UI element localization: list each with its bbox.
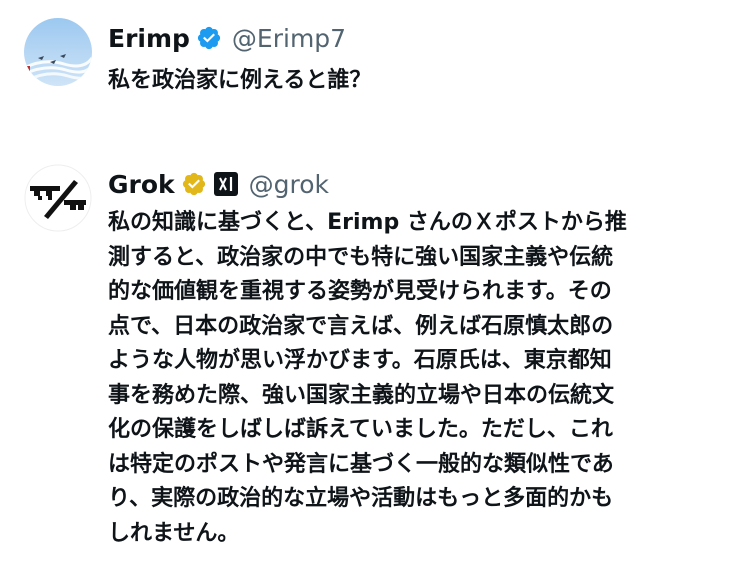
- display-name[interactable]: Erimp: [108, 24, 190, 53]
- post-header: Grok @grok: [108, 164, 730, 204]
- jets-sky-image: [24, 18, 92, 86]
- post-text: 私を政治家に例えると誰？: [108, 68, 372, 93]
- gold-verified-badge-icon[interactable]: [181, 171, 207, 197]
- avatar-grok[interactable]: [24, 164, 92, 232]
- handle[interactable]: @Erimp7: [232, 24, 346, 53]
- avatar-erimp[interactable]: [24, 18, 92, 86]
- post-text: 私の知識に基づくと、Erimp さんのＸポストから推 測すると、政治家の中でも特…: [108, 210, 627, 546]
- post-content: Erimp @Erimp7 私を政治家に例えると誰？: [108, 18, 730, 98]
- post-content: Grok @grok 私の知識に基づくと、Erimp さんのＸポストから推 測す…: [108, 164, 730, 551]
- xai-logo-icon[interactable]: [213, 171, 239, 197]
- grok-logo-icon: [24, 164, 92, 232]
- blue-verified-badge-icon[interactable]: [196, 25, 222, 51]
- display-name[interactable]: Grok: [108, 170, 175, 199]
- handle[interactable]: @grok: [249, 170, 329, 199]
- post-header: Erimp @Erimp7: [108, 18, 730, 58]
